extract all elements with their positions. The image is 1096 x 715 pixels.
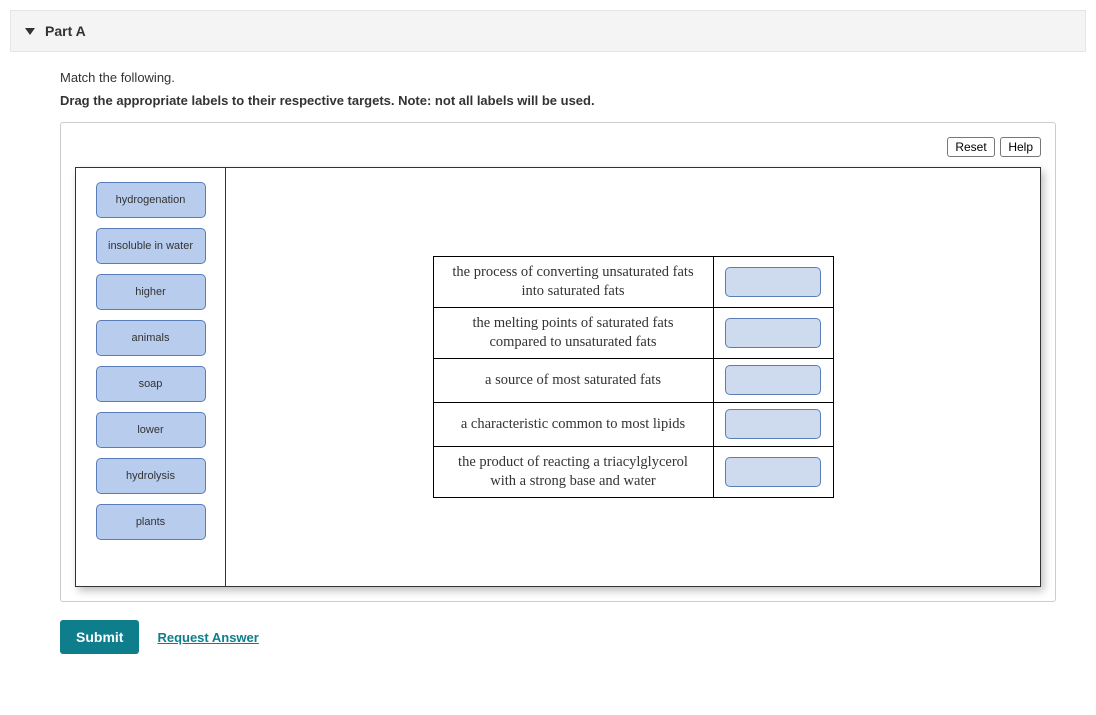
drag-frame: hydrogenation insoluble in water higher … (75, 167, 1041, 587)
table-row: a characteristic common to most lipids (433, 402, 833, 446)
label-hydrogenation[interactable]: hydrogenation (96, 182, 206, 218)
drop-slot[interactable] (725, 365, 821, 395)
label-insoluble-in-water[interactable]: insoluble in water (96, 228, 206, 264)
part-header[interactable]: Part A (10, 10, 1086, 52)
label-soap[interactable]: soap (96, 366, 206, 402)
help-button[interactable]: Help (1000, 137, 1041, 157)
label-lower[interactable]: lower (96, 412, 206, 448)
label-animals[interactable]: animals (96, 320, 206, 356)
targets-column: the process of converting unsaturated fa… (226, 168, 1040, 586)
part-title: Part A (45, 23, 86, 39)
target-prompt: a characteristic common to most lipids (433, 402, 713, 446)
labels-column: hydrogenation insoluble in water higher … (76, 168, 226, 586)
target-prompt: a source of most saturated fats (433, 358, 713, 402)
drop-slot[interactable] (725, 267, 821, 297)
table-row: the process of converting unsaturated fa… (433, 257, 833, 308)
match-table: the process of converting unsaturated fa… (433, 256, 834, 497)
submit-button[interactable]: Submit (60, 620, 139, 654)
table-row: the melting points of saturated fats com… (433, 308, 833, 359)
drop-slot[interactable] (725, 457, 821, 487)
target-prompt: the product of reacting a triacylglycero… (433, 446, 713, 497)
instruction-line-1: Match the following. (60, 70, 1056, 85)
collapse-triangle-icon (25, 28, 35, 35)
drop-slot[interactable] (725, 409, 821, 439)
reset-button[interactable]: Reset (947, 137, 994, 157)
instruction-line-2: Drag the appropriate labels to their res… (60, 93, 1056, 108)
target-prompt: the process of converting unsaturated fa… (433, 257, 713, 308)
request-answer-link[interactable]: Request Answer (157, 630, 258, 645)
label-higher[interactable]: higher (96, 274, 206, 310)
label-plants[interactable]: plants (96, 504, 206, 540)
drop-slot[interactable] (725, 318, 821, 348)
table-row: the product of reacting a triacylglycero… (433, 446, 833, 497)
instructions-block: Match the following. Drag the appropriat… (10, 52, 1086, 114)
work-area: Reset Help hydrogenation insoluble in wa… (60, 122, 1056, 602)
table-row: a source of most saturated fats (433, 358, 833, 402)
label-hydrolysis[interactable]: hydrolysis (96, 458, 206, 494)
target-prompt: the melting points of saturated fats com… (433, 308, 713, 359)
